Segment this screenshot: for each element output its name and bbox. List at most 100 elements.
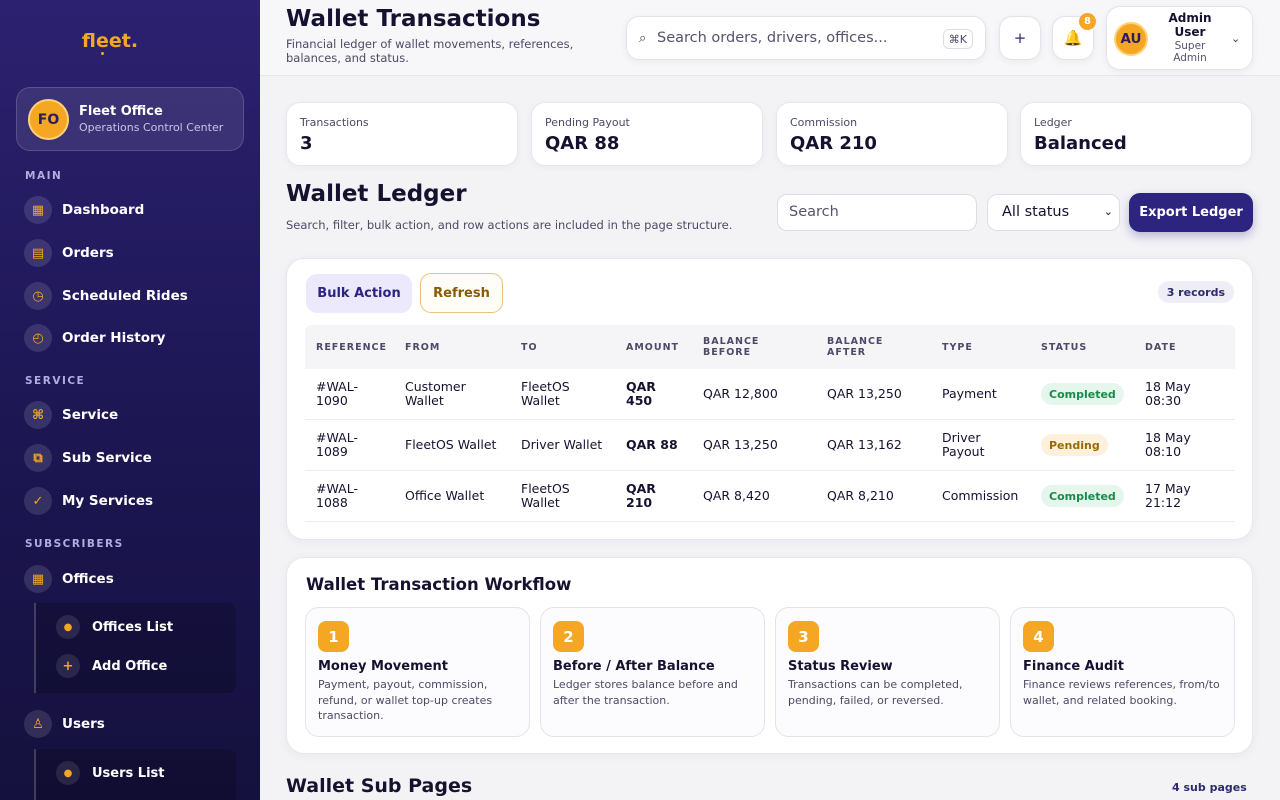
cell-balance-after: QAR 13,162 <box>827 437 902 452</box>
cell-from: Customer Wallet <box>405 379 466 408</box>
user-icon: ♙ <box>24 710 52 738</box>
user-name: Admin User <box>1168 11 1212 39</box>
bulk-action-button[interactable]: Bulk Action <box>306 274 412 313</box>
sidebar-item-dashboard[interactable]: ▦ Dashboard <box>24 195 144 225</box>
stat-card-pending-payout: Pending Payout QAR 88 <box>531 102 763 166</box>
notifications-button[interactable]: 🔔 8 <box>1052 13 1096 60</box>
column-header[interactable]: BALANCE BEFORE <box>703 336 773 358</box>
dot-icon: ● <box>56 615 80 639</box>
sidebar-item-label: Scheduled Rides <box>62 288 188 304</box>
step-name: Before / After Balance <box>553 659 715 674</box>
step-description: Payment, payout, commission, refund, or … <box>318 678 493 722</box>
sidebar-item-label: Orders <box>62 245 114 261</box>
sidebar-item-scheduled-rides[interactable]: ◷ Scheduled Rides <box>24 281 188 311</box>
sidebar-item-users-list[interactable]: ● Users List <box>56 760 164 786</box>
cell-reference: #WAL-1090 <box>316 379 358 408</box>
sidebar-item-label: Add Office <box>92 658 168 674</box>
sidebar-item-sub-service[interactable]: ⧉ Sub Service <box>24 443 152 473</box>
sidebar-item-label: Order History <box>62 330 166 346</box>
stat-label: Commission <box>790 116 858 129</box>
bell-icon: 🔔 <box>1063 29 1083 47</box>
refresh-button[interactable]: Refresh <box>420 273 503 313</box>
page-subtitle: Financial ledger of wallet movements, re… <box>286 37 574 65</box>
cell-amount: QAR 450 <box>626 379 656 408</box>
user-menu[interactable]: AU Admin User Super Admin ⌄ <box>1106 6 1253 70</box>
plus-icon: + <box>1013 29 1027 47</box>
sidebar-item-offices[interactable]: ▦ Offices <box>24 564 114 594</box>
cell-balance-after: QAR 13,250 <box>827 386 902 401</box>
sidebar-item-add-office[interactable]: + Add Office <box>56 653 167 679</box>
workflow-card: Wallet Transaction Workflow 1 Money Move… <box>286 557 1253 754</box>
column-header[interactable]: TYPE <box>942 342 973 353</box>
cell-type: Commission <box>942 488 1019 503</box>
stat-label: Transactions <box>300 116 369 129</box>
step-description: Ledger stores balance before and after t… <box>553 678 738 707</box>
sidebar-item-orders[interactable]: ▤ Orders <box>24 238 114 268</box>
plus-icon: + <box>56 654 80 678</box>
status-filter-select[interactable]: All status ⌄ <box>987 194 1120 231</box>
column-header[interactable]: TO <box>521 342 538 353</box>
status-filter-value: All status <box>1002 204 1070 220</box>
page-title: Wallet Transactions <box>286 6 541 32</box>
notification-badge: 8 <box>1079 13 1096 30</box>
command-icon: ⌘ <box>24 401 52 429</box>
ledger-search-input[interactable]: Search <box>777 194 977 231</box>
workflow-step: 3 Status Review Transactions can be comp… <box>775 607 1000 737</box>
cell-type: Driver Payout <box>942 430 985 459</box>
sidebar-item-service[interactable]: ⌘ Service <box>24 400 118 430</box>
sidebar-item-label: Offices <box>62 571 114 587</box>
sidebar: fleet. FO Fleet Office Operations Contro… <box>0 0 260 800</box>
sidebar-item-my-services[interactable]: ✓ My Services <box>24 486 153 516</box>
global-search[interactable]: ⌕ Search orders, drivers, offices... ⌘K <box>626 16 986 60</box>
ledger-table-card: Bulk Action Refresh 3 records REFERENCE … <box>286 258 1253 540</box>
grid-icon: ▦ <box>24 196 52 224</box>
column-header[interactable]: DATE <box>1145 342 1176 353</box>
column-header[interactable]: STATUS <box>1041 342 1087 353</box>
column-header[interactable]: FROM <box>405 342 440 353</box>
top-header: Wallet Transactions Financial ledger of … <box>260 0 1280 76</box>
cell-from: FleetOS Wallet <box>405 437 497 452</box>
workflow-step: 2 Before / After Balance Ledger stores b… <box>540 607 765 737</box>
column-header[interactable]: AMOUNT <box>626 342 679 353</box>
table-row[interactable]: #WAL-1090 Customer Wallet FleetOS Wallet… <box>305 369 1235 420</box>
sidebar-item-offices-list[interactable]: ● Offices List <box>56 614 173 640</box>
table-row[interactable]: #WAL-1088 Office Wallet FleetOS Wallet Q… <box>305 471 1235 522</box>
sidebar-item-label: Sub Service <box>62 450 152 466</box>
users-submenu: ● Users List <box>34 749 236 800</box>
cell-balance-after: QAR 8,210 <box>827 488 894 503</box>
building-icon: ▦ <box>24 565 52 593</box>
workflow-step: 1 Money Movement Payment, payout, commis… <box>305 607 530 737</box>
status-badge: Pending <box>1041 434 1108 456</box>
step-description: Transactions can be completed, pending, … <box>788 678 963 707</box>
stat-value: 3 <box>300 133 313 154</box>
search-shortcut: ⌘K <box>942 29 973 49</box>
orders-icon: ▤ <box>24 239 52 267</box>
cell-to: FleetOS Wallet <box>521 481 570 510</box>
status-badge: Completed <box>1041 485 1124 507</box>
export-ledger-button[interactable]: Export Ledger <box>1129 193 1253 232</box>
sidebar-item-users[interactable]: ♙ Users <box>24 709 105 739</box>
app-logo[interactable]: fleet. <box>0 30 220 52</box>
table-row[interactable]: #WAL-1089 FleetOS Wallet Driver Wallet Q… <box>305 420 1235 471</box>
sidebar-item-order-history[interactable]: ◴ Order History <box>24 323 165 353</box>
stat-value: Balanced <box>1034 133 1127 154</box>
user-role: Super Admin <box>1173 40 1207 64</box>
office-switcher[interactable]: FO Fleet Office Operations Control Cente… <box>16 87 244 151</box>
history-icon: ◴ <box>24 324 52 352</box>
cell-amount: QAR 210 <box>626 481 656 510</box>
cell-reference: #WAL-1089 <box>316 430 358 459</box>
clock-icon: ◷ <box>24 282 52 310</box>
add-button[interactable]: + <box>999 16 1041 60</box>
step-name: Finance Audit <box>1023 659 1124 674</box>
column-header[interactable]: REFERENCE <box>316 342 387 353</box>
cell-from: Office Wallet <box>405 488 485 503</box>
cell-type: Payment <box>942 386 997 401</box>
search-input[interactable]: Search orders, drivers, offices... <box>657 30 887 46</box>
cell-balance-before: QAR 12,800 <box>703 386 778 401</box>
column-header[interactable]: BALANCE AFTER <box>827 336 897 358</box>
stat-label: Ledger <box>1034 116 1072 129</box>
search-icon: ⌕ <box>639 31 647 46</box>
sidebar-item-label: Offices List <box>92 619 174 635</box>
cell-balance-before: QAR 13,250 <box>703 437 778 452</box>
chevron-down-icon: ⌄ <box>1231 32 1241 45</box>
